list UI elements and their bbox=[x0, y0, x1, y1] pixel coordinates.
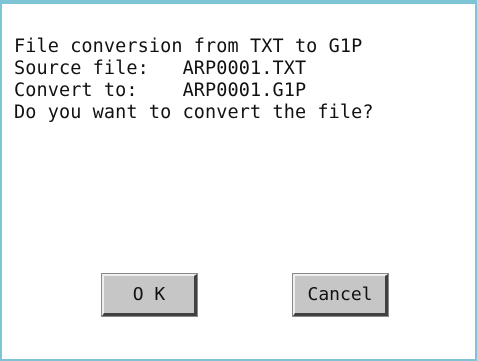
dialog-message: File conversion from TXT to G1P Source f… bbox=[14, 36, 374, 124]
confirm-question-line: Do you want to convert the file? bbox=[14, 102, 374, 123]
convert-to-line: Convert to: ARP0001.G1P bbox=[14, 80, 307, 101]
conversion-dialog: File conversion from TXT to G1P Source f… bbox=[0, 0, 477, 361]
cancel-button[interactable]: Cancel bbox=[292, 273, 389, 317]
conversion-title-line: File conversion from TXT to G1P bbox=[14, 36, 363, 57]
ok-button[interactable]: O K bbox=[101, 273, 198, 317]
source-file-line: Source file: ARP0001.TXT bbox=[14, 58, 307, 79]
